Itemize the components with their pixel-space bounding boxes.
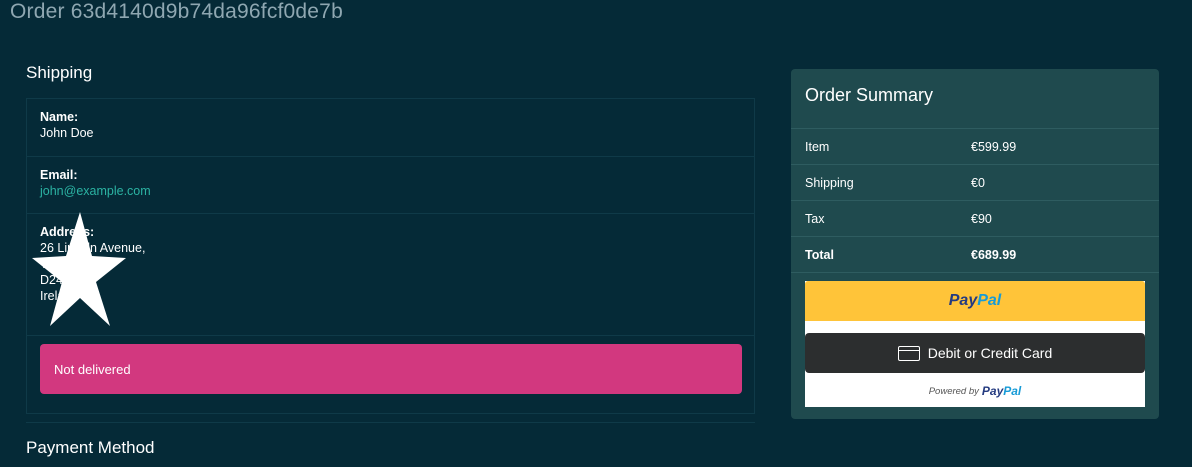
address-line: 26 Lincoln Avenue, (40, 241, 146, 255)
summary-label: Tax (805, 211, 825, 226)
summary-value: €90 (971, 211, 992, 226)
powered-by-brand: PayPal (982, 384, 1021, 398)
star-overlay-icon (32, 212, 126, 326)
page-title: Order 63d4140d9b74da96fcf0de7b (10, 0, 343, 23)
shipping-heading: Shipping (26, 63, 93, 82)
email-link[interactable]: john@example.com (40, 184, 151, 198)
summary-value: €0 (971, 175, 985, 190)
address-line: Tallaght (40, 256, 741, 272)
summary-row-tax: Tax €90 (791, 201, 1159, 237)
powered-by-paypal: Powered by PayPal (805, 381, 1145, 401)
summary-label: Item (805, 139, 830, 154)
paypal-logo-part: Pal (977, 292, 1002, 309)
summary-label: Shipping (805, 175, 854, 190)
order-summary-title: Order Summary (791, 69, 1159, 129)
delivery-status-alert: Not delivered (40, 344, 742, 394)
summary-value: €599.99 (971, 139, 1017, 154)
paypal-logo-part: Pay (948, 292, 978, 309)
powered-brand-part: Pay (981, 384, 1004, 398)
debit-credit-card-button[interactable]: Debit or Credit Card (805, 333, 1145, 373)
card-button-label: Debit or Credit Card (927, 345, 1053, 361)
name-label: Name: (40, 110, 79, 124)
order-summary-card: Order Summary Item €599.99 Shipping €0 T… (791, 69, 1159, 419)
address-label: Address: (40, 225, 95, 239)
summary-label: Total (805, 247, 834, 262)
paypal-widget: Pay Pal Debit or Credit Card Powered by P… (805, 281, 1145, 407)
shipping-card: Name: John Doe Email: john@example.com A… (26, 98, 755, 414)
summary-row-shipping: Shipping €0 (791, 165, 1159, 201)
shipping-address-row: Address: 26 Lincoln Avenue, Tallaght D24… (27, 214, 754, 336)
address-line: D24 (40, 273, 63, 287)
payment-method-heading: Payment Method (26, 438, 155, 457)
address-line: Ireland (40, 288, 741, 304)
paypal-button[interactable]: Pay Pal (805, 281, 1145, 321)
shipping-email-row: Email: john@example.com (27, 157, 754, 214)
name-value: John Doe (40, 126, 94, 140)
credit-card-icon (897, 345, 920, 361)
section-divider (26, 422, 755, 423)
email-label: Email: (40, 168, 78, 182)
powered-brand-part: Pal (1003, 384, 1022, 398)
summary-row-total: Total €689.99 (791, 237, 1159, 273)
shipping-name-row: Name: John Doe (27, 99, 754, 157)
summary-row-item: Item €599.99 (791, 129, 1159, 165)
summary-value: €689.99 (971, 247, 1017, 262)
powered-by-text: Powered by (928, 385, 979, 397)
